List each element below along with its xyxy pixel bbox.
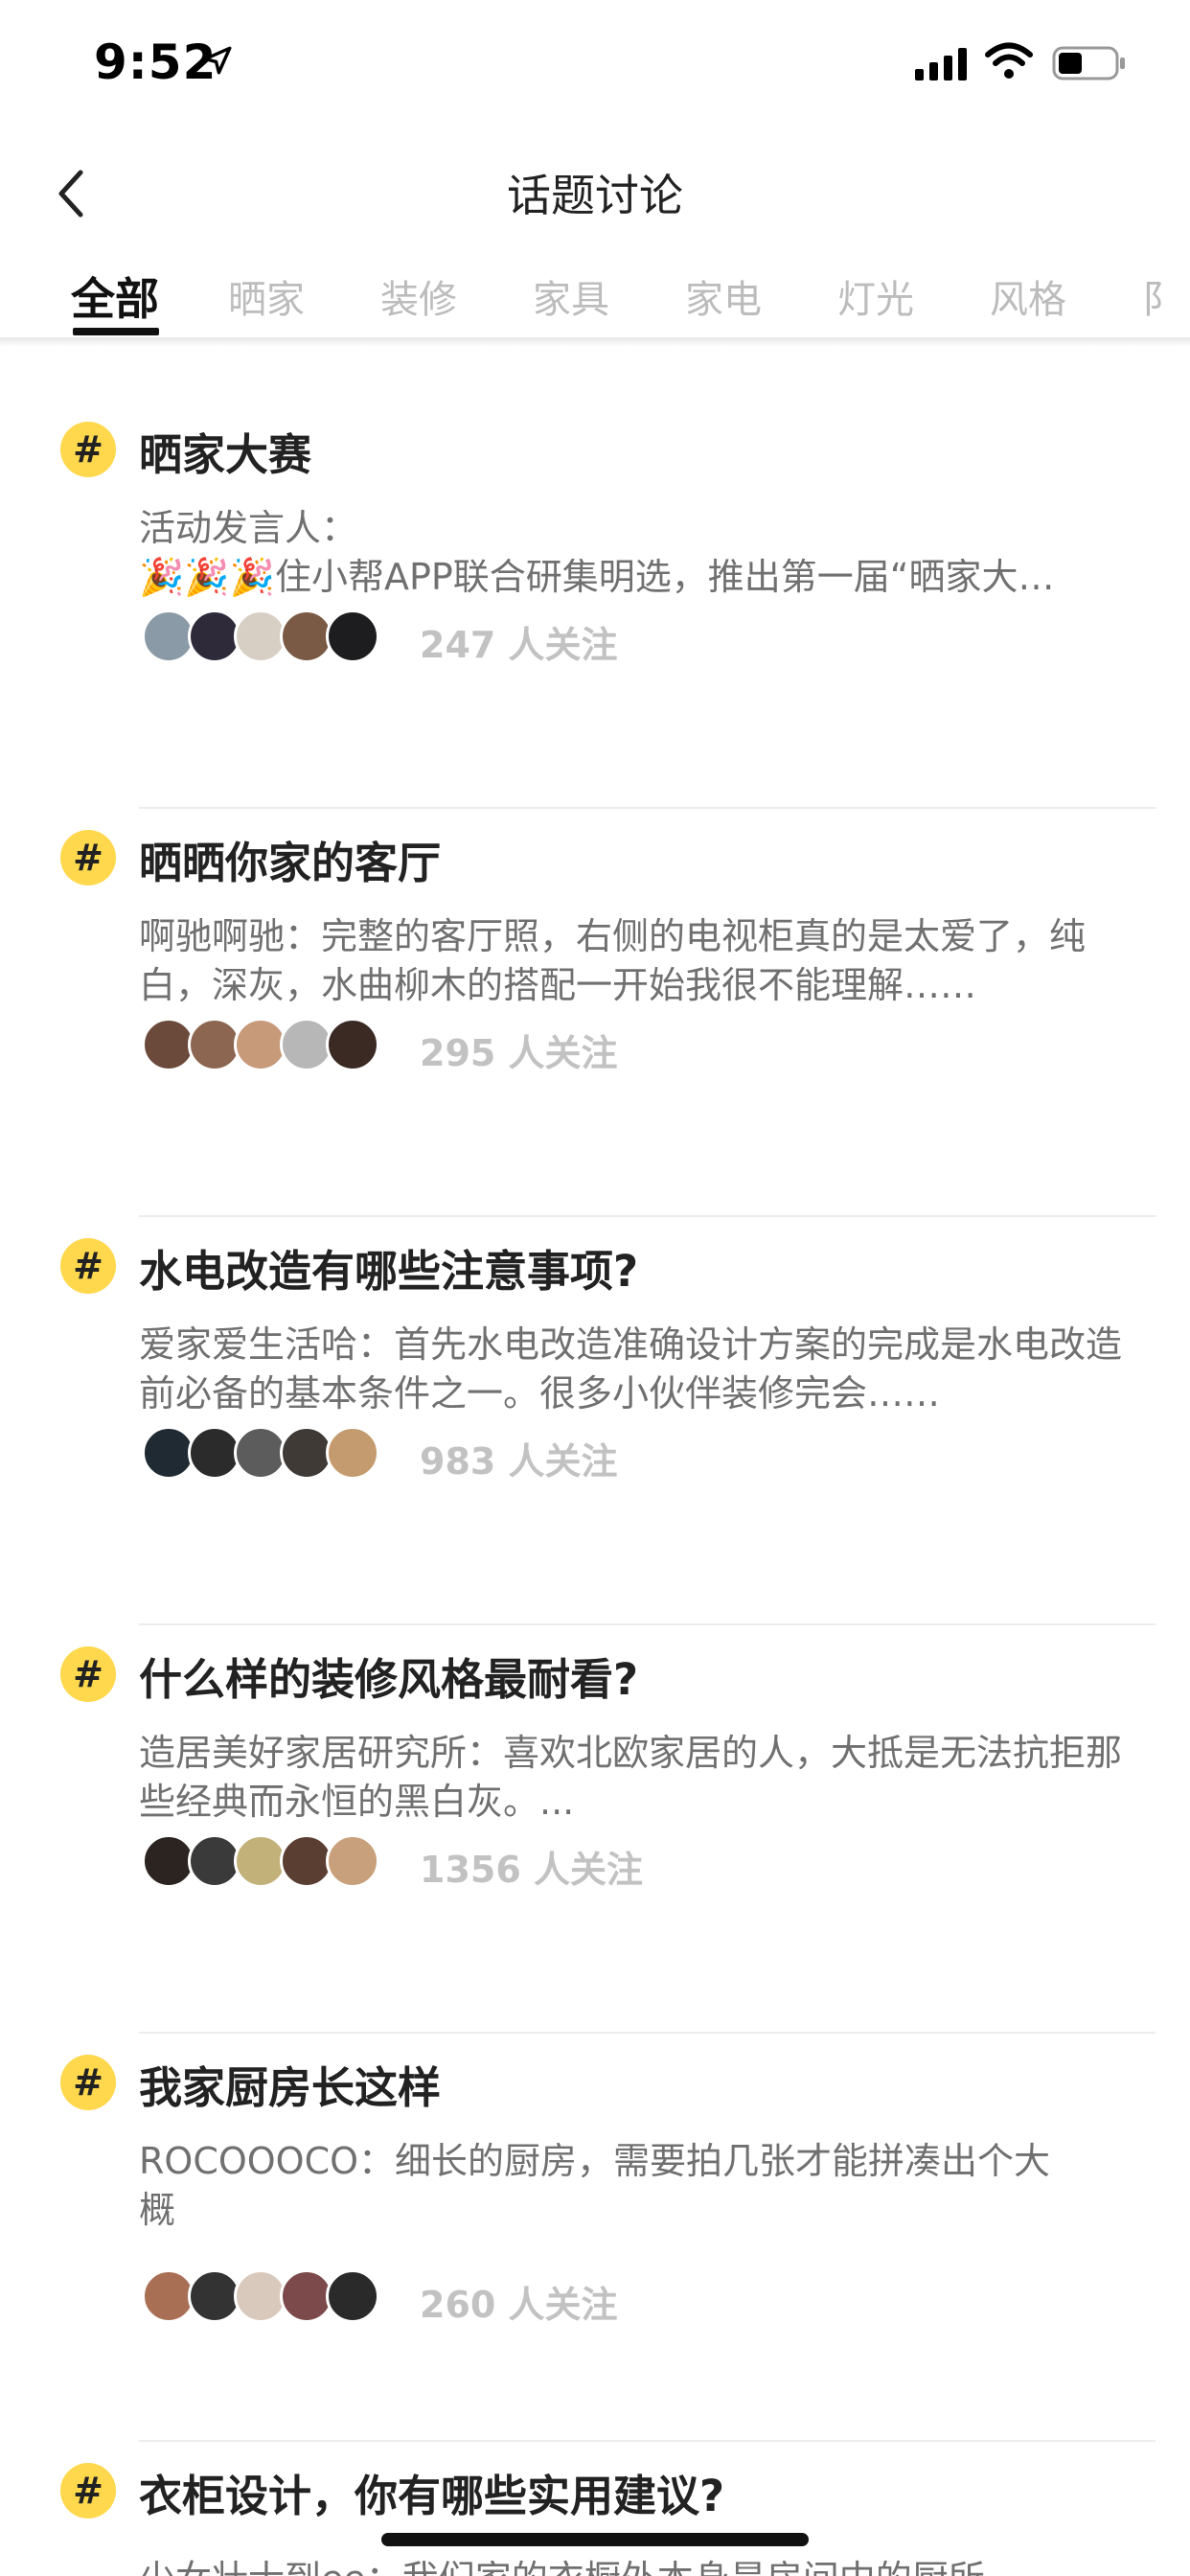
cellular-signal-icon (915, 48, 967, 80)
avatar (326, 2269, 379, 2323)
topic-summary: 少女壮士到ee：我们家的衣橱外本身是房间中的厨所 (139, 2555, 1126, 2576)
hashtag-icon: # (60, 2463, 116, 2518)
topic-title: 衣柜设计，你有哪些实用建议? (139, 2471, 725, 2521)
topic-summary: 造居美好家居研究所：喜欢北欧家居的人，大抵是无法抗拒那些经典而永恒的黑白灰。..… (139, 1732, 1123, 1823)
topic-title: 晒晒你家的客厅 (139, 838, 442, 888)
tab-more[interactable]: 阝 (1142, 268, 1180, 324)
topic-summary: ROCOOOCO：细长的厨房，需要拍几张才能拼凑出个大概 (139, 2140, 1051, 2231)
topic-item[interactable]: # 什么样的装修风格最耐看? 造居美好家居研究所：喜欢北欧家居的人，大抵是无法抗… (0, 1625, 1190, 2034)
tab-all[interactable]: 全部 (71, 264, 159, 328)
category-tabs: 全部 晒家 装修 家具 家电 灯光 风格 阝 (0, 257, 1190, 339)
topic-item[interactable]: # 衣柜设计，你有哪些实用建议? 少女壮士到ee：我们家的衣橱外本身是房间中的厨… (0, 2442, 1190, 2576)
tab-renovation[interactable]: 装修 (380, 268, 457, 324)
battery-icon (1052, 46, 1125, 80)
tab-appliances[interactable]: 家电 (685, 268, 762, 324)
follower-avatars (142, 1834, 381, 1888)
wifi-icon (985, 42, 1033, 79)
topic-item[interactable]: # 水电改造有哪些注意事项? 爱家爱生活哈：首先水电改造准确设计方案的完成是水电… (0, 1217, 1190, 1625)
avatar (326, 1018, 379, 1071)
topic-title: 水电改造有哪些注意事项? (139, 1246, 639, 1297)
status-bar: 9:52 (0, 0, 1190, 125)
tab-style[interactable]: 风格 (990, 268, 1066, 324)
topic-title: 晒家大赛 (139, 429, 312, 480)
follower-count: 260 人关注 (420, 2284, 618, 2326)
page-title: 话题讨论 (507, 170, 683, 221)
topic-summary: 爱家爱生活哈：首先水电改造准确设计方案的完成是水电改造前必备的基本条件之一。很多… (139, 1323, 1123, 1414)
hashtag-icon: # (60, 1238, 116, 1294)
status-time: 9:52 (94, 34, 217, 90)
topic-item[interactable]: # 我家厨房长这样 ROCOOOCO：细长的厨房，需要拍几张才能拼凑出个大概 2… (0, 2034, 1190, 2442)
topic-item[interactable]: # 晒家大赛 活动发言人： 🎉🎉🎉住小帮APP联合研集明选，推出第一届“晒家大赛… (0, 401, 1190, 809)
tab-furniture[interactable]: 家具 (533, 268, 609, 324)
hashtag-icon: # (60, 2055, 116, 2110)
follower-avatars (142, 610, 381, 663)
avatar (326, 610, 379, 663)
follower-count: 983 人关注 (420, 1440, 618, 1483)
follower-avatars (142, 2269, 381, 2323)
tab-lighting[interactable]: 灯光 (837, 268, 914, 324)
follower-avatars (142, 1018, 381, 1071)
follower-count: 1356 人关注 (420, 1849, 643, 1891)
tab-show-home[interactable]: 晒家 (228, 268, 305, 324)
navigation-bar: 话题讨论 (0, 144, 1190, 240)
follower-count: 295 人关注 (420, 1032, 618, 1074)
avatar (326, 1834, 379, 1888)
topic-title: 我家厨房长这样 (139, 2062, 442, 2113)
follower-count: 247 人关注 (420, 624, 618, 666)
tab-bar-shadow (0, 337, 1190, 347)
topic-item[interactable]: # 晒晒你家的客厅 啊驰啊驰：完整的客厅照，右侧的电视柜真的是太爱了，纯白，深灰… (0, 809, 1190, 1217)
topic-summary: 啊驰啊驰：完整的客厅照，右侧的电视柜真的是太爱了，纯白，深灰，水曲柳木的搭配一开… (139, 915, 1087, 1006)
hashtag-icon: # (60, 1646, 116, 1702)
location-arrow-icon (203, 46, 232, 75)
avatar (326, 1426, 379, 1480)
hashtag-icon: # (60, 422, 116, 477)
hashtag-icon: # (60, 830, 116, 886)
topic-title: 什么样的装修风格最耐看? (139, 1654, 639, 1705)
topic-summary: 活动发言人： 🎉🎉🎉住小帮APP联合研集明选，推出第一届“晒家大赛”…… (139, 507, 1018, 598)
follower-avatars (142, 1426, 381, 1480)
active-tab-indicator (73, 328, 159, 335)
home-indicator[interactable] (381, 2533, 809, 2546)
